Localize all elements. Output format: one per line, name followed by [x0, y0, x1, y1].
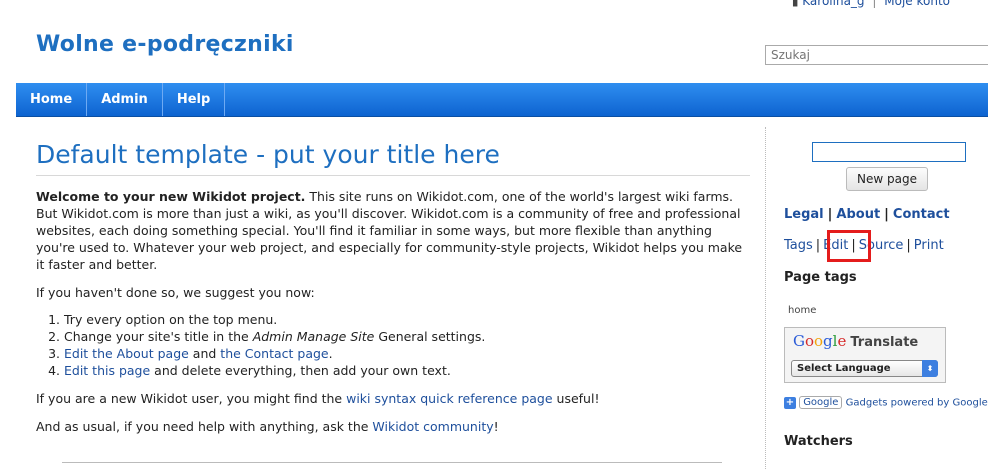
- language-select-value: Select Language: [797, 363, 891, 374]
- help-text: And as usual, if you need help with anyt…: [36, 419, 373, 434]
- page-title: Default template - put your title here: [36, 140, 750, 176]
- tag-home[interactable]: home: [788, 305, 816, 316]
- top-nav: Home Admin Help: [16, 83, 988, 117]
- steps-list: Try every option on the top menu. Change…: [36, 311, 750, 379]
- help-paragraph: And as usual, if you need help with anyt…: [36, 418, 750, 435]
- about-link[interactable]: About: [836, 207, 880, 222]
- separator: |: [815, 238, 821, 253]
- intro-paragraph: Welcome to your new Wikidot project. Thi…: [36, 188, 750, 273]
- gadgets-powered: + Google Gadgets powered by Google: [784, 396, 988, 409]
- main-content: Default template - put your title here W…: [36, 140, 750, 435]
- contact-page-link[interactable]: the Contact page: [220, 346, 328, 361]
- new-page-input[interactable]: [812, 142, 966, 162]
- community-link[interactable]: Wikidot community: [372, 419, 493, 434]
- plus-icon[interactable]: +: [784, 396, 796, 409]
- suggest-text: If you haven't done so, we suggest you n…: [36, 285, 315, 300]
- site-title[interactable]: Wolne e-podręczniki: [36, 32, 294, 57]
- step-text: and delete everything, then add your own…: [150, 363, 451, 378]
- help-text-end: !: [493, 419, 499, 434]
- powered-text: Gadgets powered by Google: [845, 397, 988, 409]
- step-text: General settings.: [374, 329, 486, 344]
- language-select[interactable]: Select Language ⬍: [791, 360, 938, 377]
- print-link[interactable]: Print: [914, 238, 944, 253]
- intro-bold: Welcome to your new Wikidot project.: [36, 189, 306, 204]
- edit-highlight-box: [827, 230, 871, 262]
- new-page-button[interactable]: New page: [846, 167, 928, 191]
- user-icon: ▮: [791, 0, 799, 8]
- edit-about-link[interactable]: Edit the About page: [64, 346, 189, 361]
- select-arrow-icon: ⬍: [922, 360, 938, 377]
- list-item: Try every option on the top menu.: [64, 311, 750, 328]
- nav-item-help[interactable]: Help: [163, 83, 226, 116]
- contact-link[interactable]: Contact: [893, 207, 950, 222]
- step-text: and: [188, 346, 221, 361]
- google-translate-widget: Google Translate Select Language ⬍: [784, 327, 946, 383]
- new-user-paragraph: If you are a new Wikidot user, you might…: [36, 390, 750, 407]
- new-user-text-end: useful!: [552, 391, 600, 406]
- user-bar: ▮ Karolina_g | Moje konto: [792, 0, 950, 8]
- step-text: .: [328, 346, 333, 361]
- separator: |: [906, 238, 911, 253]
- account-link[interactable]: Moje konto: [884, 0, 950, 8]
- nav-item-admin[interactable]: Admin: [87, 83, 163, 116]
- username-link[interactable]: Karolina_g: [802, 0, 864, 8]
- separator: |: [884, 207, 889, 222]
- legal-links: Legal | About | Contact: [784, 207, 950, 222]
- search-input[interactable]: [765, 45, 988, 65]
- nav-item-home[interactable]: Home: [16, 83, 88, 116]
- step-text: Try every option on the top menu.: [64, 312, 278, 327]
- step-text: Change your site's title in the: [64, 329, 253, 344]
- edit-this-page-link[interactable]: Edit this page: [64, 363, 150, 378]
- syntax-reference-link[interactable]: wiki syntax quick reference page: [346, 391, 552, 406]
- step-emphasis: Admin Manage Site: [252, 329, 375, 344]
- page-tags-heading: Page tags: [784, 270, 857, 285]
- sidebar-divider: [765, 127, 766, 469]
- list-item: Edit this page and delete everything, th…: [64, 362, 750, 379]
- google-translate-logo: Google Translate: [793, 332, 919, 350]
- separator: |: [872, 0, 877, 8]
- new-user-text: If you are a new Wikidot user, you might…: [36, 391, 347, 406]
- translate-label: Translate: [850, 335, 919, 350]
- legal-link[interactable]: Legal: [784, 207, 824, 222]
- content-divider: [62, 462, 722, 463]
- list-item: Change your site's title in the Admin Ma…: [64, 328, 750, 345]
- tags-link[interactable]: Tags: [784, 238, 813, 253]
- separator: |: [827, 207, 833, 222]
- list-item: Edit the About page and the Contact page…: [64, 345, 750, 362]
- watchers-heading: Watchers: [784, 434, 853, 449]
- google-badge[interactable]: Google: [799, 396, 843, 409]
